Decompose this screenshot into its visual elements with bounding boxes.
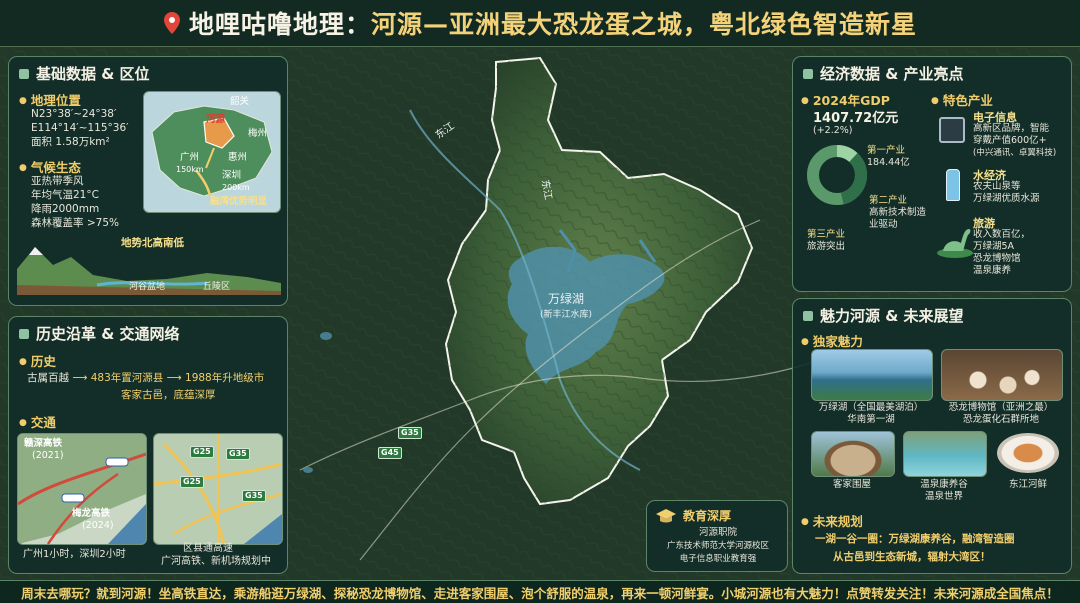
inset-dist-sz: 200km (222, 183, 250, 192)
road-badge-g45: G45 (378, 447, 402, 459)
history-traffic-panel: 历史沿革 & 交通网络 历史 古属百越 ⟶ 483年置河源县 ⟶ 1988年升地… (8, 316, 288, 574)
industry-desc-1b: 穿戴产值600亿+ (973, 135, 1047, 146)
education-line-2: 广东技术师范大学河源校区 (666, 541, 769, 551)
river-label-2: 东江 (538, 179, 554, 201)
industry-desc-1c: (中兴通讯、卓翼科技) (973, 148, 1057, 158)
basic-panel-title: 基础数据 & 区位 (19, 63, 150, 84)
bottom-banner-text: 周末去哪玩？就到河源！坐高铁直达，乘游船逛万绿湖、探秘恐龙博物馆、走进客家围屋、… (21, 586, 1059, 601)
photo-spring-caption-1: 温泉康养谷 (920, 479, 968, 490)
hw-badge-2: G35 (226, 448, 250, 460)
road-badge-g35: G35 (398, 427, 422, 439)
industry-desc-3c: 恐龙博物馆 (973, 253, 1021, 264)
title-bar: 地哩咕噜地理：河源—亚洲最大恐龙蛋之城，粤北绿色智造新星 (0, 0, 1080, 47)
industry-desc-2a: 农夫山泉等 (973, 181, 1021, 192)
photo-eggs-caption-1: 恐龙博物馆（亚洲之最） (948, 402, 1054, 413)
photo-river-fish (997, 433, 1059, 473)
highway-map: G25 G35 G25 G35 (153, 433, 283, 545)
industry-heading: 特色产业 (931, 90, 993, 109)
history-heading: 历史 (19, 351, 56, 370)
donut-secondary-desc-1: 高新技术制造 (869, 207, 927, 218)
water-bottle-icon (946, 169, 960, 201)
rail-name-2: 梅龙高铁 (72, 508, 111, 519)
bottom-banner: 周末去哪玩？就到河源！坐高铁直达，乘游船逛万绿湖、探秘恐龙博物馆、走进客家围屋、… (0, 580, 1080, 603)
inset-dist-gz: 150km (176, 165, 204, 174)
photo-dinosaur-eggs (941, 349, 1063, 401)
rail-year-2: (2024) (82, 520, 114, 531)
photo-spring-caption-2: 温泉世界 (924, 491, 963, 502)
donut-tertiary-desc: 旅游突出 (807, 241, 846, 252)
photo-lake-caption-2: 华南第一湖 (847, 414, 895, 425)
future-heading: 未来规划 (801, 511, 863, 530)
education-line-3: 电子信息职业教育强 (679, 554, 757, 564)
hw-badge-3: G25 (180, 476, 204, 488)
infographic-page: 地哩咕噜地理：河源—亚洲最大恐龙蛋之城，粤北绿色智造新星 万绿湖 (新丰江水库)… (0, 0, 1080, 603)
donut-primary-value: 184.44亿 (867, 157, 910, 168)
photo-lake-caption-1: 万绿湖（全国最美湖泊） (818, 402, 924, 413)
rail-year-1: (2021) (32, 450, 64, 461)
terrain-section: 地势北高南低 河谷盆地 丘陵区 (17, 235, 281, 299)
gdp-donut-chart (807, 145, 867, 205)
location-pin-icon (163, 12, 180, 34)
photo-fish-caption: 东江河鲜 (1008, 479, 1047, 490)
unique-heading: 独家魅力 (801, 331, 863, 350)
industry-desc-3d: 温泉康养 (973, 265, 1012, 276)
inset-label-shaoguan: 韶关 (230, 96, 250, 107)
photo-hakka-house (811, 431, 895, 477)
industry-desc-3a: 收入数百亿， (973, 229, 1031, 240)
gdp-value: 1407.72亿元 (813, 111, 899, 126)
location-inset-map: 韶关 河源 梅州 广州 150km 惠州 深圳 200km 融湾优势明显 (143, 91, 281, 213)
inset-label-huizhou: 惠州 (228, 152, 248, 163)
inset-label-heyuan: 河源 (206, 114, 226, 125)
industry-desc-2b: 万绿湖优质水源 (973, 193, 1040, 204)
dinosaur-icon (937, 229, 973, 258)
basic-data-panel: 基础数据 & 区位 地理位置 N23°38′~24°38′ E114°14′~1… (8, 56, 288, 306)
lake-label: 万绿湖 (新丰江水库) (540, 292, 593, 320)
education-panel: 教育深厚 河源职院 广东技术师范大学河源校区 电子信息职业教育强 (646, 500, 788, 572)
chip-icon (939, 117, 965, 143)
donut-primary-label: 第一产业 (867, 145, 906, 156)
photo-lake (811, 349, 933, 401)
highway-caption-1: 区县通高速 (183, 543, 233, 554)
education-title: 教育深厚 (683, 509, 732, 523)
terrain-label-valley: 河谷盆地 (129, 282, 166, 292)
history-timeline: 古属百越 ⟶ 483年置河源县 ⟶ 1988年升地级市 (27, 372, 265, 384)
future-line-1: 一湖一谷一圈：万绿湖康养谷，融湾智造圈 (815, 533, 1015, 545)
graduation-cap-icon (656, 509, 676, 523)
economy-panel-title: 经济数据 & 产业亮点 (803, 63, 964, 84)
inset-note: 融湾优势明显 (210, 196, 268, 207)
page-title: 地哩咕噜地理：河源—亚洲最大恐龙蛋之城，粤北绿色智造新星 (189, 5, 917, 41)
photo-eggs-caption-2: 恐龙蛋化石群所地 (962, 414, 1039, 425)
industry-desc-3b: 万绿湖5A (973, 241, 1015, 252)
photo-hot-spring (903, 431, 987, 477)
traffic-heading: 交通 (19, 412, 56, 431)
economy-panel: 经济数据 & 产业亮点 2024年GDP 1407.72亿元 (+2.2%) 第… (792, 56, 1072, 292)
title-main: 河源—亚洲最大恐龙蛋之城，粤北绿色智造新星 (371, 10, 918, 39)
gdp-growth: (+2.2%) (813, 125, 853, 136)
title-prefix: 地哩咕噜地理： (188, 10, 371, 39)
terrain-label-hills: 丘陵区 (203, 282, 231, 292)
donut-secondary-desc-2: 业驱动 (869, 219, 898, 230)
inset-label-guangzhou: 广州 (180, 152, 200, 163)
rail-map: 赣深高铁 (2021) 梅龙高铁 (2024) (17, 433, 147, 545)
highway-caption-2: 广河高铁、新机场规划中 (161, 556, 271, 567)
rail-name-1: 赣深高铁 (24, 438, 63, 449)
inset-label-meizhou: 梅州 (248, 128, 268, 139)
donut-tertiary-label: 第三产业 (807, 229, 846, 240)
donut-secondary-label: 第二产业 (869, 195, 908, 206)
rail-caption: 广州1小时，深圳2小时 (23, 549, 126, 560)
future-line-2: 从古邑到生态新城，辐射大湾区！ (833, 551, 991, 563)
education-line-1: 河源职院 (698, 527, 737, 538)
location-lines: N23°38′~24°38′ E114°14′~115°36′ 面积 1.58万… (31, 108, 129, 148)
industry-desc-1a: 高新区品牌，智能 (973, 123, 1050, 134)
hw-badge-4: G35 (242, 490, 266, 502)
climate-lines: 亚热带季风 年均气温21°C 降雨2000mm 森林覆盖率 >75% (31, 175, 119, 229)
hw-badge-1: G25 (190, 446, 214, 458)
inset-label-shenzhen: 深圳 (222, 170, 242, 181)
history-panel-title: 历史沿革 & 交通网络 (19, 323, 180, 344)
charm-panel-title: 魅力河源 & 未来展望 (803, 305, 964, 326)
history-note: 客家古邑，底蕴深厚 (121, 389, 216, 401)
photo-hakka-caption: 客家围屋 (832, 479, 871, 490)
charm-future-panel: 魅力河源 & 未来展望 独家魅力 万绿湖（全国最美湖泊） 华南第一湖 恐龙博物馆… (792, 298, 1072, 574)
